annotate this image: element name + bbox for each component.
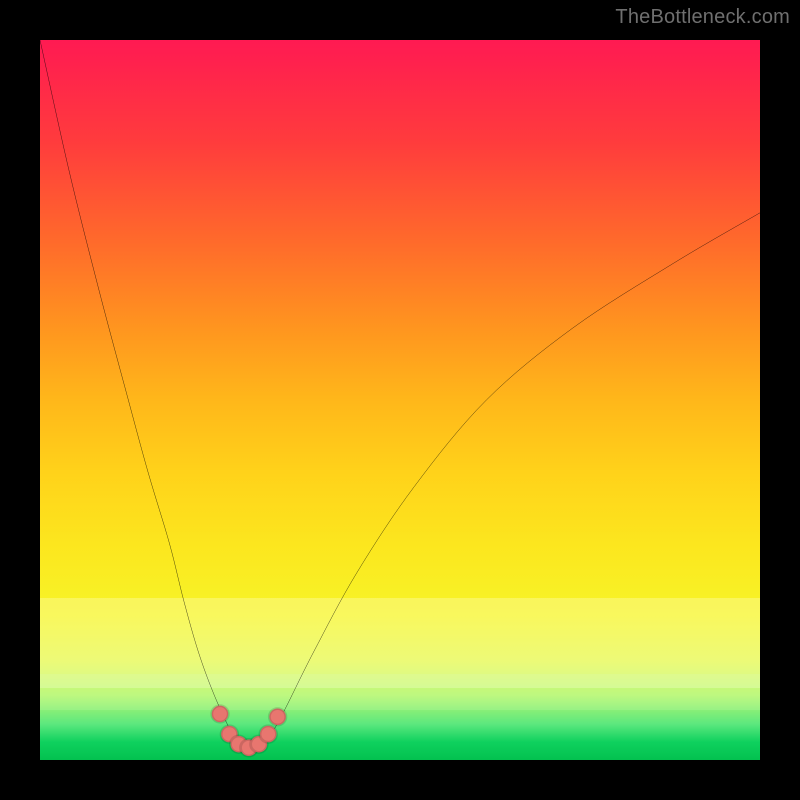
trough-dot — [260, 726, 277, 743]
trough-dot — [212, 706, 229, 723]
chart-frame: TheBottleneck.com — [0, 0, 800, 800]
trough-dots — [212, 706, 286, 756]
plot-area — [40, 40, 760, 760]
watermark-text: TheBottleneck.com — [615, 6, 790, 29]
trough-dot — [269, 709, 286, 726]
bottleneck-curve — [40, 40, 760, 748]
chart-svg — [40, 40, 760, 760]
